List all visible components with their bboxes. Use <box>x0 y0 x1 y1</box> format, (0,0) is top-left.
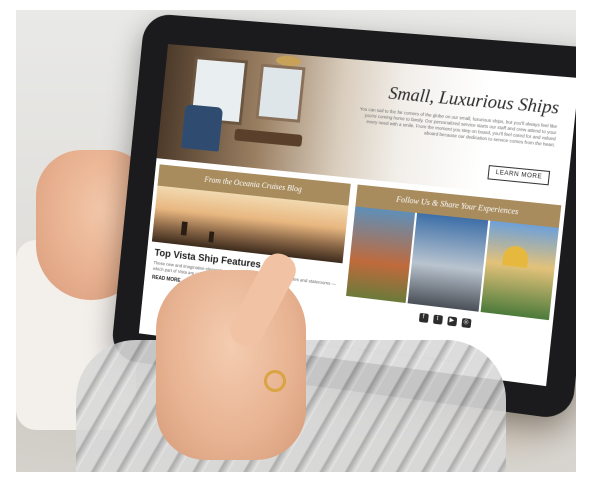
photo-scene: Small, Luxurious Ships You can sail to t… <box>16 10 576 472</box>
ship-silhouette-2 <box>208 231 215 243</box>
youtube-icon[interactable]: ▶ <box>446 316 457 327</box>
collage-image-2 <box>407 212 489 312</box>
armchair-image <box>181 104 224 152</box>
instagram-icon[interactable]: ◎ <box>460 317 472 329</box>
table-image <box>234 128 303 147</box>
collage-image-3 <box>480 220 559 321</box>
social-panel: Follow Us & Share Your Experiences f t ▶… <box>342 184 562 359</box>
collage-image-1 <box>346 206 416 304</box>
facebook-icon[interactable]: f <box>418 312 429 323</box>
learn-more-button[interactable]: LEARN MORE <box>487 165 551 186</box>
hero-window-image-2 <box>255 63 306 123</box>
right-hand <box>156 270 306 460</box>
twitter-icon[interactable]: t <box>432 314 443 325</box>
ship-silhouette <box>180 221 188 236</box>
